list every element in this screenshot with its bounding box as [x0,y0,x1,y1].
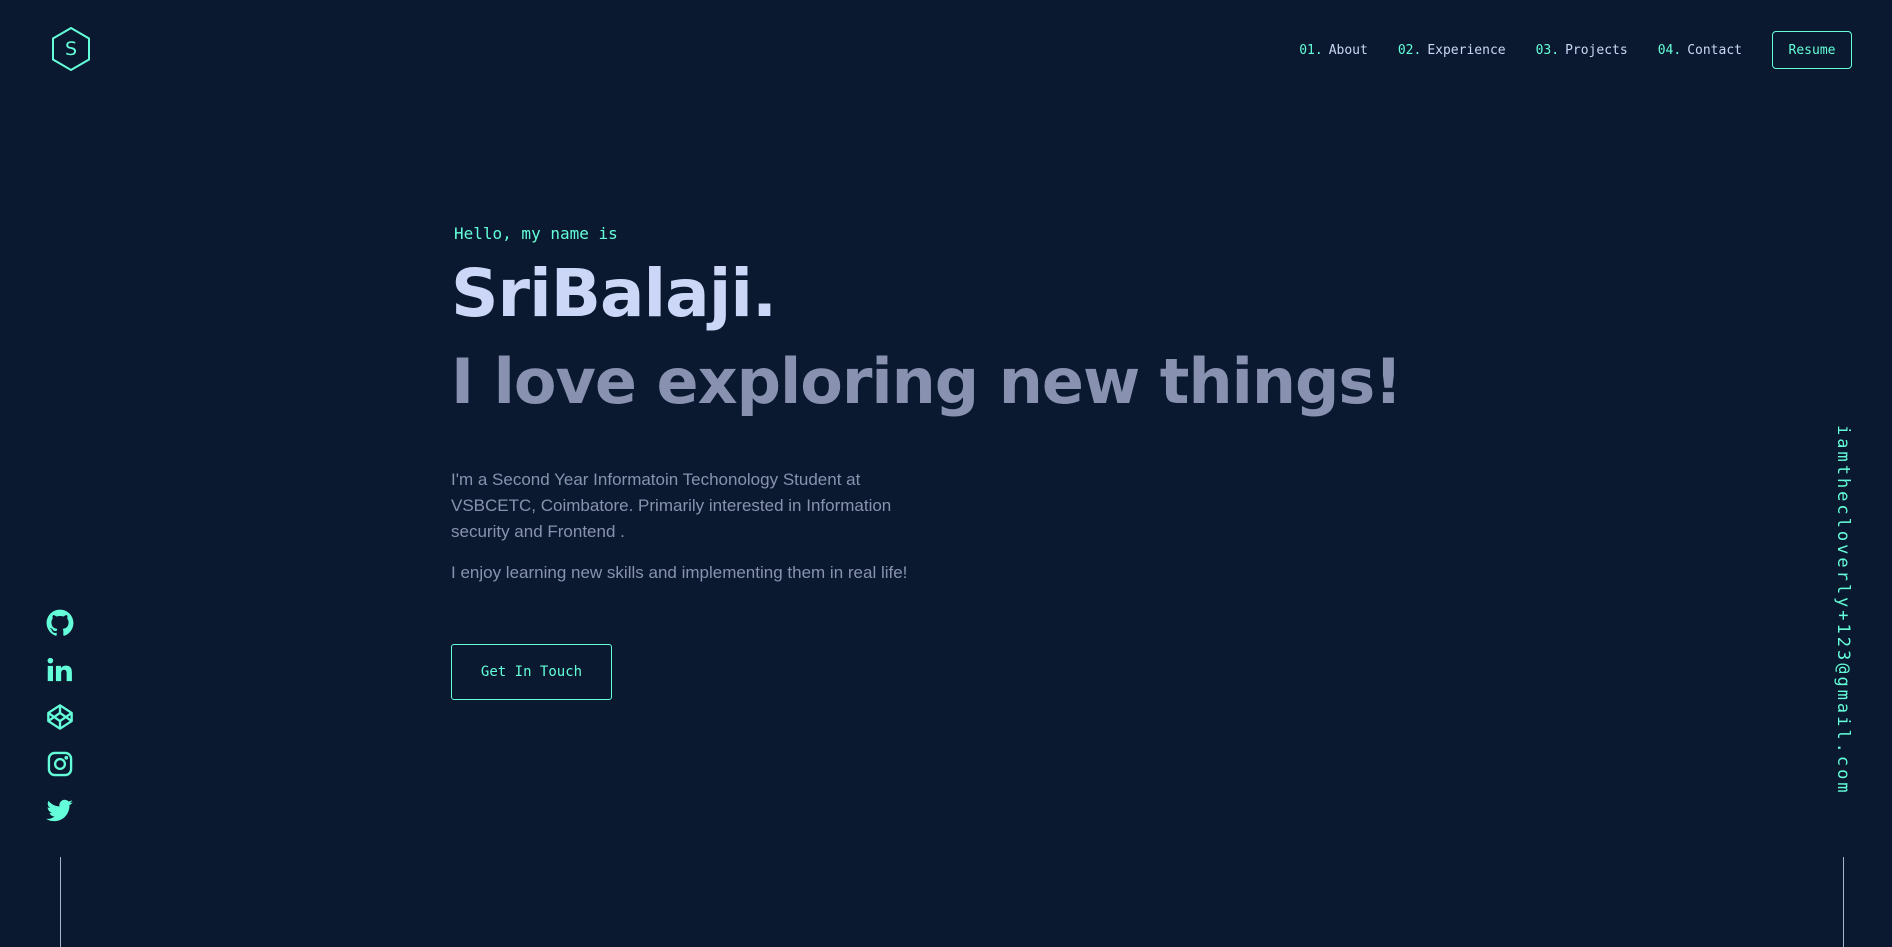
hero-tagline: I love exploring new things! [451,345,1403,418]
nav-label: Projects [1565,42,1628,58]
nav-number: 02. [1397,42,1422,58]
linkedin-icon[interactable] [46,656,74,684]
nav-label: Experience [1427,42,1506,58]
hero-bio: I'm a Second Year Informatoin Techonolog… [451,467,931,586]
hero-name: SriBalaji. [451,255,777,332]
get-in-touch-button[interactable]: Get In Touch [451,644,612,700]
hero-section: Hello, my name is SriBalaji. I love expl… [451,224,1403,700]
nav-number: 03. [1535,42,1560,58]
bio-paragraph: I'm a Second Year Informatoin Techonolog… [451,470,892,541]
bio-paragraph: I enjoy learning new skills and implemen… [451,563,908,582]
twitter-icon[interactable] [46,797,74,825]
logo-hexagon[interactable]: S [50,26,92,72]
right-vertical-line [1843,857,1844,947]
nav-item-projects[interactable]: 03. Projects [1536,43,1628,58]
left-vertical-line [60,857,61,947]
logo-letter: S [64,38,78,60]
email-link[interactable]: iamthecloverly+123@gmail.com [1830,425,1856,796]
codepen-icon[interactable] [46,703,74,731]
top-nav: 01. About 02. Experience 03. Projects 04… [1299,30,1852,70]
social-links [46,609,74,844]
nav-number: 04. [1657,42,1682,58]
nav-item-contact[interactable]: 04. Contact [1658,43,1742,58]
nav-label: About [1328,42,1368,58]
email-sidebar: iamthecloverly+123@gmail.com [1830,425,1856,830]
nav-item-experience[interactable]: 02. Experience [1398,43,1506,58]
nav-item-about[interactable]: 01. About [1299,43,1368,58]
resume-button[interactable]: Resume [1772,31,1852,69]
nav-label: Contact [1687,42,1742,58]
nav-number: 01. [1299,42,1323,58]
hero-greeting: Hello, my name is [454,224,618,243]
instagram-icon[interactable] [46,750,74,778]
github-icon[interactable] [46,609,74,637]
